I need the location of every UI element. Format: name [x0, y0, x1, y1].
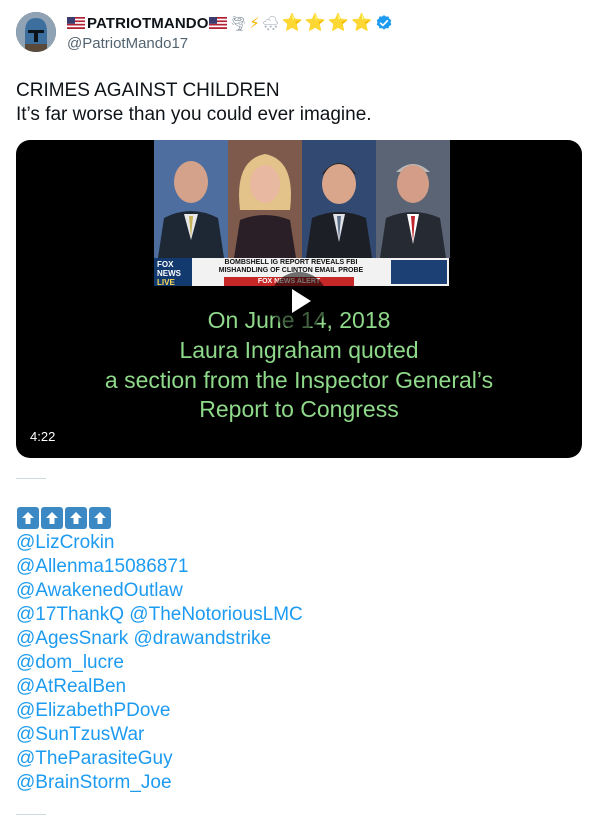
tweet-text: CRIMES AGAINST CHILDREN It’s far worse t…	[16, 79, 372, 127]
avatar[interactable]	[16, 12, 56, 52]
tweet-text-line: It’s far worse than you could ever imagi…	[16, 104, 372, 125]
up-arrow-icon	[17, 507, 39, 529]
snow-cloud-emoji-icon: 🌨	[261, 14, 280, 31]
mention-link[interactable]: @BrainStorm_Joe	[16, 772, 172, 793]
chyron-headline: BOMBSHELL IG REPORT REVEALS FBI	[224, 259, 358, 266]
fox-news-logo: FOX NEWS LIVE	[154, 258, 192, 287]
mention-link[interactable]: @AtRealBen	[16, 676, 126, 697]
mention-link[interactable]: @17ThankQ	[16, 604, 124, 625]
mention-link[interactable]: @LizCrokin	[16, 532, 114, 553]
mention-line: @BrainStorm_Joe	[16, 771, 303, 795]
mention-line: @Allenma15086871	[16, 555, 303, 579]
chyron-live: LIVE	[157, 278, 175, 287]
video-frame-panel	[302, 140, 376, 258]
mention-line: @ElizabethPDove	[16, 699, 303, 723]
lightning-emoji-icon: ⚡	[249, 15, 260, 32]
mention-line: @dom_lucre	[16, 651, 303, 675]
mention-line: @AtRealBen	[16, 675, 303, 699]
mention-line: @AwakenedOutlaw	[16, 579, 303, 603]
us-flag-icon	[209, 17, 228, 29]
video-caption-line: a section from the Inspector General’s	[104, 367, 494, 393]
tweet-text-line: CRIMES AGAINST CHILDREN	[16, 80, 280, 101]
mention-line: @17ThankQ @TheNotoriousLMC	[16, 603, 303, 627]
mention-link[interactable]: @drawandstrike	[134, 628, 272, 649]
mention-line: @SunTzusWar	[16, 723, 303, 747]
star-emoji-icon: ⭐	[281, 13, 303, 32]
display-name[interactable]: PATRIOTMANDO	[87, 15, 208, 32]
mention-link[interactable]: @Allenma15086871	[16, 556, 188, 577]
mandalorian-helmet-icon	[16, 12, 56, 52]
video-frame-panel	[376, 140, 450, 258]
divider	[16, 814, 46, 815]
video-frame-panel	[228, 140, 302, 258]
verified-badge-icon	[376, 15, 392, 30]
tweet-header: PATRIOTMANDO 🌪 ⚡ 🌨 ⭐ ⭐ ⭐ ⭐ @PatriotMando…	[16, 12, 393, 56]
up-arrow-icon	[89, 507, 111, 529]
up-arrow-icon	[65, 507, 87, 529]
mention-line: @AgesSnark @drawandstrike	[16, 627, 303, 651]
up-arrow-icon	[41, 507, 63, 529]
play-icon	[292, 289, 311, 313]
mention-link[interactable]: @TheParasiteGuy	[16, 748, 173, 769]
star-emoji-icon: ⭐	[327, 13, 350, 32]
mention-link[interactable]: @SunTzusWar	[16, 724, 144, 745]
us-flag-icon	[67, 17, 85, 29]
chyron-side-graphic	[391, 260, 447, 284]
play-button[interactable]	[270, 272, 328, 330]
video-player[interactable]: FOX NEWS LIVE BOMBSHELL IG REPORT REVEAL…	[16, 140, 582, 458]
mention-line: @LizCrokin	[16, 531, 303, 555]
up-arrow-emoji-row	[17, 507, 111, 529]
mention-link[interactable]: @dom_lucre	[16, 652, 124, 673]
divider	[16, 478, 46, 479]
mention-list: @LizCrokin @Allenma15086871 @AwakenedOut…	[16, 531, 303, 795]
mention-link[interactable]: @ElizabethPDove	[16, 700, 170, 721]
mention-line: @TheParasiteGuy	[16, 747, 303, 771]
video-frame-panel	[154, 140, 228, 258]
star-emoji-icon: ⭐	[304, 13, 326, 32]
mention-link[interactable]: @TheNotoriousLMC	[129, 604, 302, 625]
mention-link[interactable]: @AgesSnark	[16, 628, 128, 649]
video-caption-line: Report to Congress	[199, 396, 399, 422]
user-handle[interactable]: @PatriotMando17	[67, 35, 393, 52]
chyron-channel: FOX NEWS	[157, 260, 181, 278]
mention-link[interactable]: @AwakenedOutlaw	[16, 580, 183, 601]
video-duration: 4:22	[30, 429, 56, 444]
star-emoji-icon: ⭐	[351, 13, 373, 32]
tornado-emoji-icon: 🌪	[229, 14, 248, 31]
video-caption-line: Laura Ingraham quoted	[179, 337, 419, 363]
